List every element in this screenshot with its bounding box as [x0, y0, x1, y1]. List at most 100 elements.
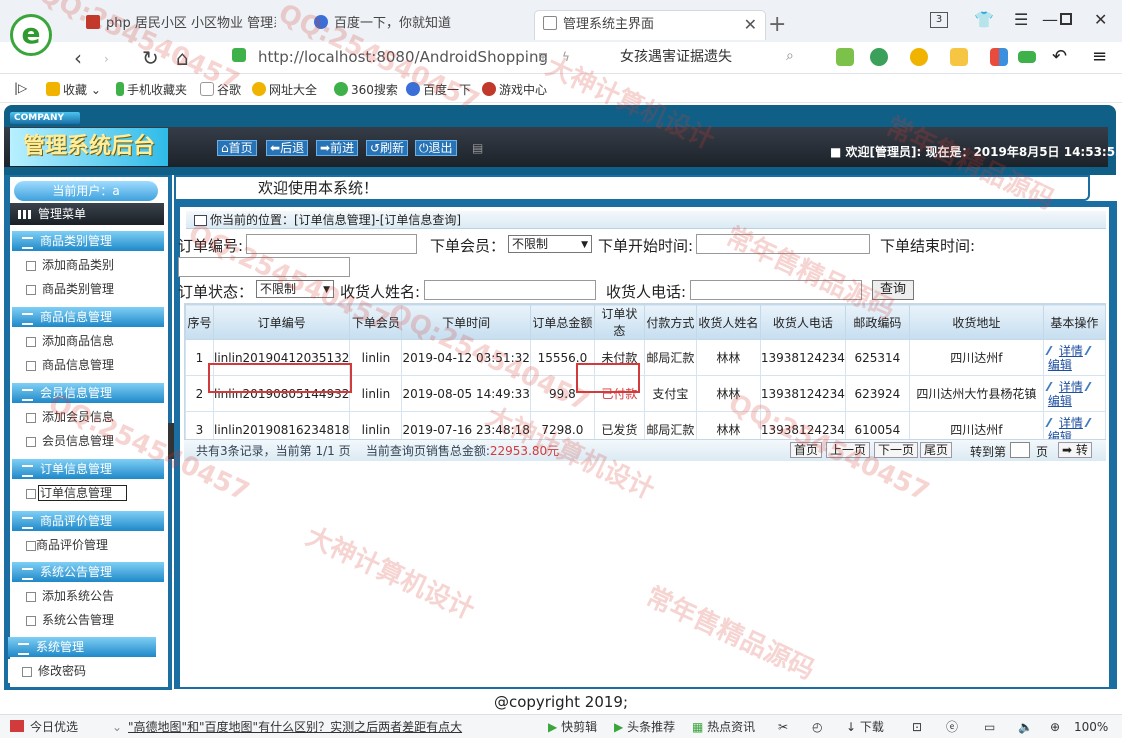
window-icon[interactable]: ⊡: [912, 715, 922, 739]
bookmark-360[interactable]: 360搜索: [334, 81, 398, 98]
bookmark-games[interactable]: 游戏中心: [482, 81, 547, 98]
headlines[interactable]: ▶ 头条推荐: [614, 715, 675, 739]
detail-link[interactable]: 详情: [1059, 416, 1083, 430]
menu-lines-icon[interactable]: ≡: [1092, 46, 1107, 67]
nav-back-button[interactable]: ⬅后退: [266, 140, 309, 156]
hot-news[interactable]: ▦ 热点资讯: [692, 715, 755, 739]
receiver-name-input[interactable]: [424, 280, 596, 300]
tab-count-badge[interactable]: 3: [930, 12, 948, 28]
tablet-icon[interactable]: ▭: [984, 715, 995, 739]
news-ticker[interactable]: "高德地图"和"百度地图"有什么区别？实测之后两者差距有点大: [128, 715, 462, 739]
menu-item-add-member[interactable]: 添加会员信息: [12, 405, 164, 429]
record-summary: 共有3条记录，当前第 1/1 页: [196, 444, 351, 458]
nav-forward-button[interactable]: ➡前进: [316, 140, 359, 156]
edit-link[interactable]: 编辑: [1048, 358, 1072, 372]
first-page-button[interactable]: 首页: [790, 442, 823, 458]
tab-php-property[interactable]: php 居民小区 小区物业 管理系统: [78, 10, 276, 40]
order-no-input[interactable]: [246, 234, 417, 254]
end-time-input[interactable]: [178, 257, 350, 277]
bookmark-sites[interactable]: 网址大全: [252, 81, 317, 98]
quick-cut[interactable]: ▶ 快剪辑: [548, 715, 597, 739]
start-time-input[interactable]: [696, 234, 870, 254]
battery-icon[interactable]: [1018, 51, 1036, 63]
screenshot-icon[interactable]: ✂: [778, 715, 788, 739]
grid-apps-icon[interactable]: ⊞: [538, 50, 548, 64]
menu-item-order-manage[interactable]: 订单信息管理: [12, 481, 164, 505]
receiver-phone-input[interactable]: [690, 280, 862, 300]
coin-icon[interactable]: [910, 48, 928, 66]
back-arrow-icon[interactable]: ‹: [74, 46, 82, 70]
detail-link[interactable]: 详情: [1059, 344, 1083, 358]
sidebar-toggle-icon[interactable]: |▷: [14, 81, 27, 95]
goto-label: 转到第: [970, 445, 1007, 459]
apps-icon[interactable]: [990, 48, 1008, 66]
menu-item-notice-manage[interactable]: 系统公告管理: [12, 608, 164, 632]
menu-item-review-manage[interactable]: 商品评价管理: [12, 533, 164, 557]
breadcrumb: 你当前的位置：[订单信息管理]-[订单信息查询]: [186, 211, 1106, 229]
bookmark-mobile[interactable]: 手机收藏夹: [116, 81, 187, 98]
menu-item-category-manage[interactable]: 商品类别管理: [12, 277, 164, 301]
close-tab-icon[interactable]: ✕: [744, 11, 757, 39]
menu-header-category[interactable]: 商品类别管理: [12, 231, 164, 251]
edit-pencil-icon: [1045, 381, 1060, 391]
home-icon[interactable]: ⌂: [176, 46, 189, 70]
search-input[interactable]: 女孩遇害证据遗失: [612, 44, 812, 70]
prev-page-button[interactable]: 上一页: [826, 442, 871, 458]
url-input[interactable]: http://localhost:8080/AndroidShopping: [228, 44, 614, 70]
tab-baidu[interactable]: 百度一下，你就知道: [306, 10, 506, 40]
next-page-button[interactable]: 下一页: [874, 442, 919, 458]
menu-header-system[interactable]: 系统管理: [8, 637, 156, 657]
menu-item-member-manage[interactable]: 会员信息管理: [12, 429, 164, 453]
sales-label: 当前查询页销售总金额:: [365, 444, 490, 458]
scissors-icon[interactable]: [836, 48, 854, 66]
detail-link[interactable]: 详情: [1059, 380, 1083, 394]
status-select[interactable]: 不限制: [256, 280, 334, 298]
member-select[interactable]: 不限制: [508, 235, 592, 253]
forward-arrow-icon[interactable]: ›: [104, 52, 109, 66]
nav-refresh-button[interactable]: ↺刷新: [366, 140, 409, 156]
speed-icon[interactable]: ◴: [812, 715, 822, 739]
new-tab-button[interactable]: +: [768, 12, 786, 37]
download-button[interactable]: ↓ 下载: [846, 715, 884, 739]
bookmarks-bar: |▷ 收藏 ⌄ 手机收藏夹 谷歌 网址大全 360搜索 百度一下 游戏中心: [0, 75, 1122, 103]
nav-home-button[interactable]: ⌂首页: [217, 140, 257, 156]
col-header: 序号: [185, 304, 214, 340]
nav-exit-button[interactable]: ⏻退出: [415, 140, 457, 156]
menu-item-product-manage[interactable]: 商品信息管理: [12, 353, 164, 377]
menu-header-order[interactable]: 订单信息管理: [12, 459, 164, 479]
goto-button[interactable]: ➡ 转: [1058, 442, 1092, 458]
menu-header-member[interactable]: 会员信息管理: [12, 383, 164, 403]
ie-icon[interactable]: ⓔ: [946, 715, 958, 739]
menu-icon[interactable]: ☰: [1014, 10, 1028, 29]
menu-item-change-password[interactable]: 修改密码: [8, 659, 168, 683]
lightning-icon[interactable]: ϟ: [562, 50, 570, 64]
edit-link[interactable]: 编辑: [1048, 394, 1072, 408]
menu-item-add-product[interactable]: 添加商品信息: [12, 329, 164, 353]
translate-icon[interactable]: [870, 48, 888, 66]
bookmark-favorites[interactable]: 收藏 ⌄: [46, 81, 101, 98]
last-page-button[interactable]: 尾页: [920, 442, 953, 458]
menu-header-review[interactable]: 商品评价管理: [12, 511, 164, 531]
close-window-icon[interactable]: ✕: [1094, 10, 1107, 29]
zoom-icon[interactable]: ⊕: [1050, 715, 1060, 739]
tab-admin-main[interactable]: 管理系统主界面 ✕: [534, 10, 766, 40]
zoom-level[interactable]: 100%: [1074, 715, 1108, 739]
shirt-skin-icon[interactable]: 👕: [974, 10, 994, 29]
menu-item-add-notice[interactable]: 添加系统公告: [12, 584, 164, 608]
browser-logo-icon[interactable]: e: [10, 14, 52, 56]
query-button[interactable]: 查询: [872, 280, 914, 300]
undo-icon[interactable]: ↶: [1052, 46, 1067, 67]
maximize-icon[interactable]: [1060, 13, 1072, 25]
minimize-icon[interactable]: —: [1042, 10, 1058, 29]
volume-icon[interactable]: 🔈: [1018, 715, 1033, 739]
reload-icon[interactable]: ↻: [142, 46, 159, 70]
today-picks[interactable]: 今日优选: [10, 715, 78, 739]
menu-item-add-category[interactable]: 添加商品类别: [12, 253, 164, 277]
menu-header-notice[interactable]: 系统公告管理: [12, 562, 164, 582]
bookmark-google[interactable]: 谷歌: [200, 81, 241, 98]
chat-icon[interactable]: [950, 48, 968, 66]
bookmark-baidu[interactable]: 百度一下: [406, 81, 471, 98]
menu-header-product[interactable]: 商品信息管理: [12, 307, 164, 327]
goto-page-input[interactable]: [1010, 442, 1030, 458]
search-icon[interactable]: ⌕: [786, 48, 794, 64]
